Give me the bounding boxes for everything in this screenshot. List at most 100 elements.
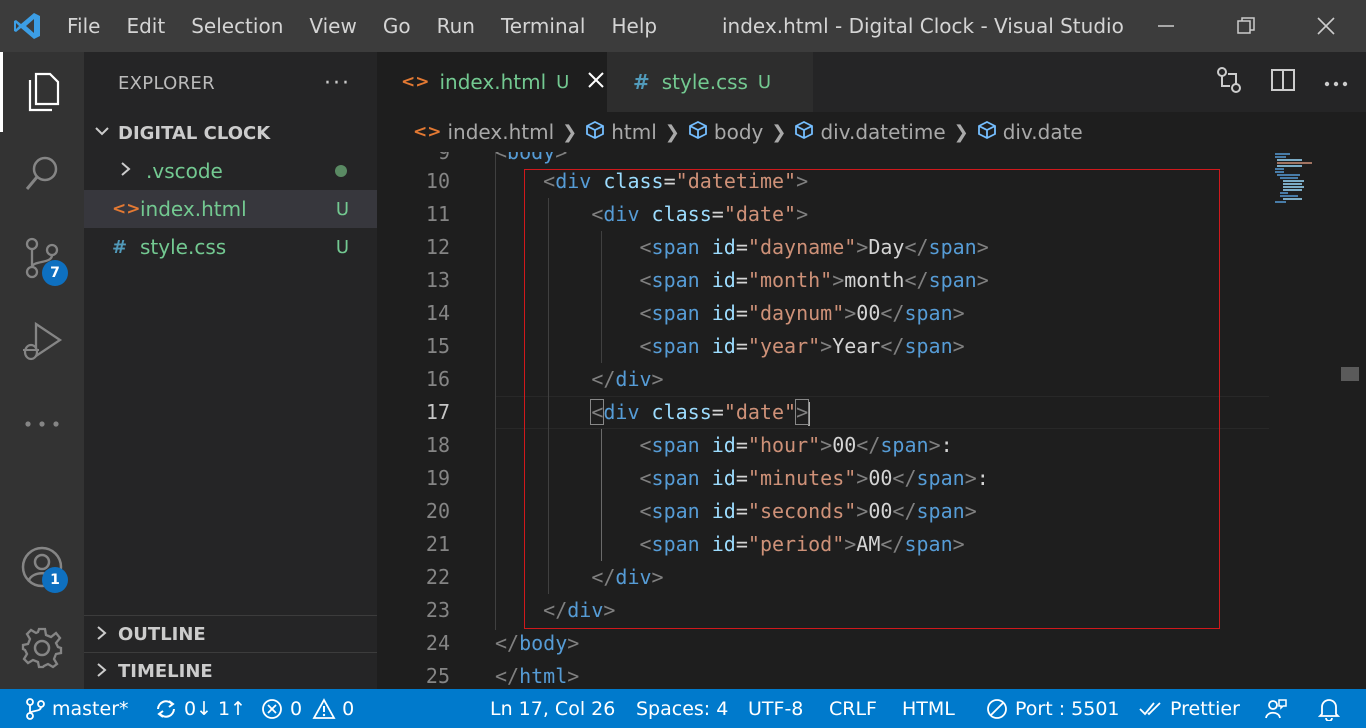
- minimize-button[interactable]: [1126, 0, 1206, 52]
- split-editor-icon: [1271, 69, 1295, 91]
- sync-indicator[interactable]: 0↓ 1↑: [154, 689, 246, 728]
- breadcrumb-item[interactable]: div.date: [1003, 120, 1083, 144]
- tree-item-label: .vscode: [146, 159, 223, 183]
- window-title: index.html - Digital Clock - Visual Stud…: [722, 14, 1127, 38]
- explorer-more-button[interactable]: ···: [324, 71, 351, 96]
- more-activity[interactable]: [0, 384, 84, 464]
- close-icon: [1317, 17, 1335, 35]
- close-tab-button[interactable]: [587, 70, 605, 94]
- gear-icon: [21, 627, 63, 669]
- port-label: Port : 5501: [1015, 697, 1120, 720]
- warning-icon: [312, 697, 336, 719]
- chevron-right-icon: ❯: [771, 121, 787, 143]
- editor-more-button[interactable]: [1324, 73, 1348, 92]
- tab-status: U: [556, 71, 570, 93]
- tree-item-vscode[interactable]: .vscode: [84, 152, 377, 190]
- explorer-title: EXPLORER: [118, 72, 215, 94]
- menu-run[interactable]: Run: [424, 0, 488, 52]
- folder-name: DIGITAL CLOCK: [118, 122, 271, 144]
- line-number: 14: [425, 301, 450, 325]
- line-number: 22: [425, 565, 450, 589]
- chevron-down-icon: [94, 123, 118, 143]
- menu-file[interactable]: File: [54, 0, 113, 52]
- feedback-button[interactable]: [1264, 689, 1294, 728]
- cursor-position[interactable]: Ln 17, Col 26: [490, 689, 615, 728]
- minimap[interactable]: [1272, 152, 1337, 689]
- branch-name: master*: [52, 697, 129, 720]
- code-text: </html>: [495, 664, 580, 688]
- line-number: 12: [425, 235, 450, 259]
- menu-selection[interactable]: Selection: [178, 0, 296, 52]
- untracked-status: U: [335, 236, 349, 258]
- search-icon: [25, 156, 58, 190]
- window-controls: [1126, 0, 1366, 52]
- run-debug-icon: [23, 321, 63, 361]
- timeline-section[interactable]: TIMELINE: [84, 652, 377, 690]
- problems-indicator[interactable]: 0 0: [260, 689, 354, 728]
- breadcrumb-item[interactable]: div.datetime: [820, 120, 945, 144]
- indentation-setting[interactable]: Spaces: 4: [636, 689, 728, 728]
- line-number: 24: [425, 631, 450, 655]
- menu-help[interactable]: Help: [598, 0, 670, 52]
- modified-dot-icon: [335, 165, 347, 177]
- branch-indicator[interactable]: master*: [24, 689, 129, 728]
- outline-section[interactable]: OUTLINE: [84, 615, 377, 653]
- tree-item-style-css[interactable]: # style.css U: [84, 228, 377, 266]
- live-server-port[interactable]: Port : 5501: [985, 689, 1120, 728]
- ellipsis-icon: [25, 421, 59, 427]
- cube-symbol-icon: [794, 120, 814, 145]
- run-debug-activity[interactable]: [0, 302, 84, 382]
- feedback-person-icon: [1265, 698, 1287, 718]
- breadcrumb-item[interactable]: index.html: [448, 120, 555, 144]
- menu-go[interactable]: Go: [370, 0, 424, 52]
- explorer-sidebar: EXPLORER ··· DIGITAL CLOCK .vscode <> in…: [84, 52, 377, 689]
- minimize-icon: [1158, 25, 1174, 27]
- split-editor-button[interactable]: [1270, 68, 1296, 96]
- line-number: 19: [425, 466, 450, 490]
- code-editor[interactable]: 9 <body> 10 <div class="datetime"> 11 <di…: [377, 152, 1366, 689]
- breadcrumb: <> index.html ❯ html ❯ body ❯ div.dateti…: [377, 112, 1366, 152]
- manage-activity[interactable]: [0, 608, 84, 688]
- prettier-status[interactable]: Prettier: [1138, 689, 1240, 728]
- close-icon: [588, 72, 605, 88]
- tree-item-index-html[interactable]: <> index.html U: [84, 190, 377, 228]
- tree-item-label: style.css: [140, 235, 227, 259]
- menu-edit[interactable]: Edit: [113, 0, 178, 52]
- tab-index-html[interactable]: <> index.html U: [377, 52, 607, 112]
- menu-bar: File Edit Selection View Go Run Terminal…: [54, 0, 670, 52]
- source-control-activity[interactable]: 7: [0, 218, 84, 298]
- folder-header[interactable]: DIGITAL CLOCK: [84, 114, 377, 152]
- status-bar: master* 0↓ 1↑ 0 0 Ln 17, Col 26 Spaces: …: [0, 689, 1366, 728]
- prettier-label: Prettier: [1170, 697, 1240, 720]
- close-window-button[interactable]: [1286, 0, 1366, 52]
- title-bar: File Edit Selection View Go Run Terminal…: [0, 0, 1366, 52]
- outline-label: OUTLINE: [118, 624, 206, 645]
- activity-bar: 7 1: [0, 52, 84, 689]
- tab-style-css[interactable]: # style.css U: [607, 52, 813, 112]
- breadcrumb-item[interactable]: body: [714, 120, 763, 144]
- language-mode[interactable]: HTML: [902, 689, 955, 728]
- vertical-scrollbar[interactable]: [1337, 152, 1366, 689]
- tab-label: index.html: [439, 70, 547, 94]
- accounts-badge: 1: [42, 567, 68, 593]
- annotation-highlight-box: [524, 169, 1220, 629]
- explorer-activity[interactable]: [0, 52, 84, 132]
- chevron-right-icon: ❯: [664, 121, 680, 143]
- chevron-right-icon: ❯: [562, 121, 578, 143]
- accounts-activity[interactable]: 1: [0, 527, 84, 607]
- cube-symbol-icon: [585, 120, 605, 145]
- line-number: 23: [425, 598, 450, 622]
- chevron-right-icon: [118, 161, 146, 182]
- menu-terminal[interactable]: Terminal: [488, 0, 599, 52]
- search-activity[interactable]: [0, 134, 84, 214]
- notifications-button[interactable]: [1318, 689, 1346, 728]
- encoding-setting[interactable]: UTF-8: [748, 689, 803, 728]
- editor-actions: [1216, 52, 1348, 112]
- menu-view[interactable]: View: [296, 0, 369, 52]
- eol-setting[interactable]: CRLF: [829, 689, 877, 728]
- open-changes-button[interactable]: [1216, 66, 1242, 98]
- scrollbar-thumb[interactable]: [1341, 367, 1359, 381]
- css-hash-icon: #: [112, 236, 128, 258]
- restore-button[interactable]: [1206, 0, 1286, 52]
- breadcrumb-item[interactable]: html: [611, 120, 657, 144]
